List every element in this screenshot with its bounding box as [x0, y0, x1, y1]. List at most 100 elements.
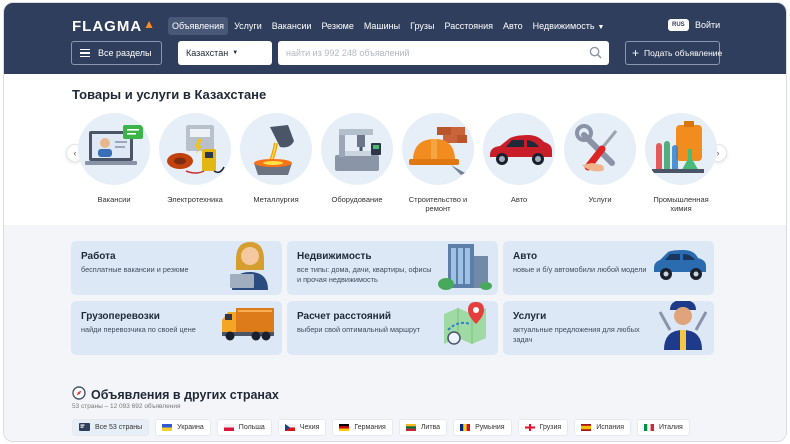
- post-ad-label: Подать объявление: [644, 48, 723, 58]
- service-card-title: Расчет расстояний: [297, 311, 392, 322]
- category-item-construction[interactable]: Строительство и ремонт: [400, 113, 476, 214]
- countries-subtitle: 53 страны – 12 093 692 объявления: [72, 403, 181, 410]
- search-icon[interactable]: [589, 46, 602, 64]
- category-label: Услуги: [588, 195, 612, 204]
- service-card-subtitle: новые и б/у автомобили любой модели: [513, 265, 647, 274]
- categories-title: Товары и услуги в Казахстане: [72, 87, 267, 102]
- country-chip-lithuania[interactable]: Литва: [398, 419, 448, 436]
- category-item-auto[interactable]: Авто: [481, 113, 557, 204]
- country-chip-all[interactable]: Все 53 страны: [72, 419, 150, 436]
- hardhat-bricks-icon: [402, 113, 474, 185]
- flag-romania-icon: [460, 424, 471, 431]
- country-chip-italy[interactable]: Италия: [636, 419, 690, 436]
- service-card-auto[interactable]: Авто новые и б/у автомобили любой модели: [503, 241, 714, 295]
- service-card-subtitle: найди перевозчика по своей цене: [81, 325, 196, 334]
- country-chip-germany[interactable]: Германия: [332, 419, 393, 436]
- chemistry-flasks-icon: [645, 113, 717, 185]
- service-card-subtitle: все типы: дома, дачи, квартиры, офисы и …: [297, 265, 432, 284]
- service-card-cargo[interactable]: Грузоперевозки найди перевозчика по свое…: [71, 301, 282, 355]
- compass-icon: [72, 386, 86, 403]
- site-header: FLAGMA ▲ Объявления Услуги Вакансии Резюм…: [4, 3, 786, 74]
- region-select[interactable]: Казахстан ▼: [178, 41, 272, 65]
- nav-item-vacancies[interactable]: Вакансии: [268, 17, 316, 35]
- all-sections-label: Все разделы: [98, 48, 152, 58]
- service-card-title: Грузоперевозки: [81, 311, 160, 322]
- top-navigation: Объявления Услуги Вакансии Резюме Машины…: [168, 17, 608, 35]
- service-card-work[interactable]: Работа бесплатные вакансии и резюме: [71, 241, 282, 295]
- country-chip-georgia[interactable]: Грузия: [517, 419, 569, 436]
- nav-item-resume[interactable]: Резюме: [317, 17, 357, 35]
- nav-item-services[interactable]: Услуги: [230, 17, 266, 35]
- building-icon: [438, 241, 492, 295]
- mechanic-icon: [658, 301, 708, 355]
- country-chip-poland[interactable]: Польша: [216, 419, 272, 436]
- cnc-machine-icon: [321, 113, 393, 185]
- country-chip-label: Польша: [238, 424, 265, 431]
- service-card-subtitle: бесплатные вакансии и резюме: [81, 265, 189, 274]
- category-label: Металлургия: [253, 195, 299, 204]
- browser-frame: FLAGMA ▲ Объявления Услуги Вакансии Резюм…: [3, 2, 787, 442]
- category-item-equipment[interactable]: Оборудование: [319, 113, 395, 204]
- wrench-screwdriver-icon: [564, 113, 636, 185]
- country-chip-label: Италия: [658, 424, 683, 431]
- all-sections-button[interactable]: Все разделы: [71, 41, 162, 65]
- country-chip-list: Все 53 страны Украина Польша Чехия Герма…: [72, 419, 690, 436]
- molten-metal-icon: [240, 113, 312, 185]
- category-item-electrical[interactable]: Электротехника: [157, 113, 233, 204]
- country-chip-czechia[interactable]: Чехия: [277, 419, 327, 436]
- nav-item-ads[interactable]: Объявления: [168, 17, 229, 35]
- search-input[interactable]: [286, 48, 576, 58]
- nav-item-distances[interactable]: Расстояния: [441, 17, 497, 35]
- chevron-down-icon: ▼: [232, 50, 239, 56]
- nav-item-cargo[interactable]: Грузы: [406, 17, 438, 35]
- chevron-down-icon: ▼: [597, 24, 605, 31]
- service-card-title: Недвижимость: [297, 251, 372, 262]
- country-chip-label: Все 53 страны: [95, 424, 143, 431]
- country-chip-label: Чехия: [299, 424, 320, 431]
- category-label: Строительство и ремонт: [408, 195, 468, 214]
- logo-text: FLAGMA: [72, 18, 143, 35]
- category-item-vacancies[interactable]: Вакансии: [76, 113, 152, 204]
- country-chip-label: Украина: [177, 424, 204, 431]
- nav-item-machines[interactable]: Машины: [360, 17, 404, 35]
- service-card-distance[interactable]: Расчет расстояний выбери свой оптимальны…: [287, 301, 498, 355]
- service-card-title: Работа: [81, 251, 116, 262]
- logo-accent-icon: ▲: [143, 16, 157, 31]
- countries-title-text: Объявления в других странах: [91, 387, 279, 402]
- flag-spain-icon: [581, 424, 592, 431]
- search-box: [278, 41, 609, 65]
- category-item-services[interactable]: Услуги: [562, 113, 638, 204]
- category-label: Электротехника: [167, 195, 223, 204]
- electrical-meter-icon: [159, 113, 231, 185]
- country-chip-label: Грузия: [539, 424, 562, 431]
- category-label: Авто: [510, 195, 528, 204]
- login-link[interactable]: Войти: [695, 20, 720, 30]
- category-item-metallurgy[interactable]: Металлургия: [238, 113, 314, 204]
- category-label: Оборудование: [331, 195, 383, 204]
- category-label: Вакансии: [97, 195, 131, 204]
- flag-czechia-icon: [284, 424, 295, 431]
- globe-flag-icon: [79, 422, 90, 433]
- nav-item-realestate[interactable]: Недвижимость ▼: [529, 17, 609, 35]
- flag-lithuania-icon: [405, 424, 416, 431]
- category-item-chemistry[interactable]: Промышленная химия: [643, 113, 719, 214]
- service-card-subtitle: актуальные предложения для любых задач: [513, 325, 640, 344]
- service-card-services[interactable]: Услуги актуальные предложения для любых …: [503, 301, 714, 355]
- country-chip-spain[interactable]: Испания: [574, 419, 631, 436]
- plus-icon: +: [632, 46, 640, 60]
- country-chip-label: Литва: [420, 424, 441, 431]
- service-card-title: Авто: [513, 251, 538, 262]
- service-card-title: Услуги: [513, 311, 547, 322]
- post-ad-button[interactable]: + Подать объявление: [625, 41, 723, 65]
- language-switch[interactable]: RUS: [668, 19, 689, 31]
- truck-icon: [220, 304, 276, 349]
- laptop-person-icon: [78, 113, 150, 185]
- flag-italy-icon: [643, 424, 654, 431]
- nav-item-auto[interactable]: Авто: [499, 17, 527, 35]
- service-card-realestate[interactable]: Недвижимость все типы: дома, дачи, кварт…: [287, 241, 498, 295]
- country-chip-romania[interactable]: Румыния: [453, 419, 512, 436]
- menu-icon: [80, 49, 90, 57]
- country-chip-ukraine[interactable]: Украина: [155, 419, 211, 436]
- site-logo[interactable]: FLAGMA ▲: [72, 16, 157, 36]
- flag-georgia-icon: [524, 424, 535, 431]
